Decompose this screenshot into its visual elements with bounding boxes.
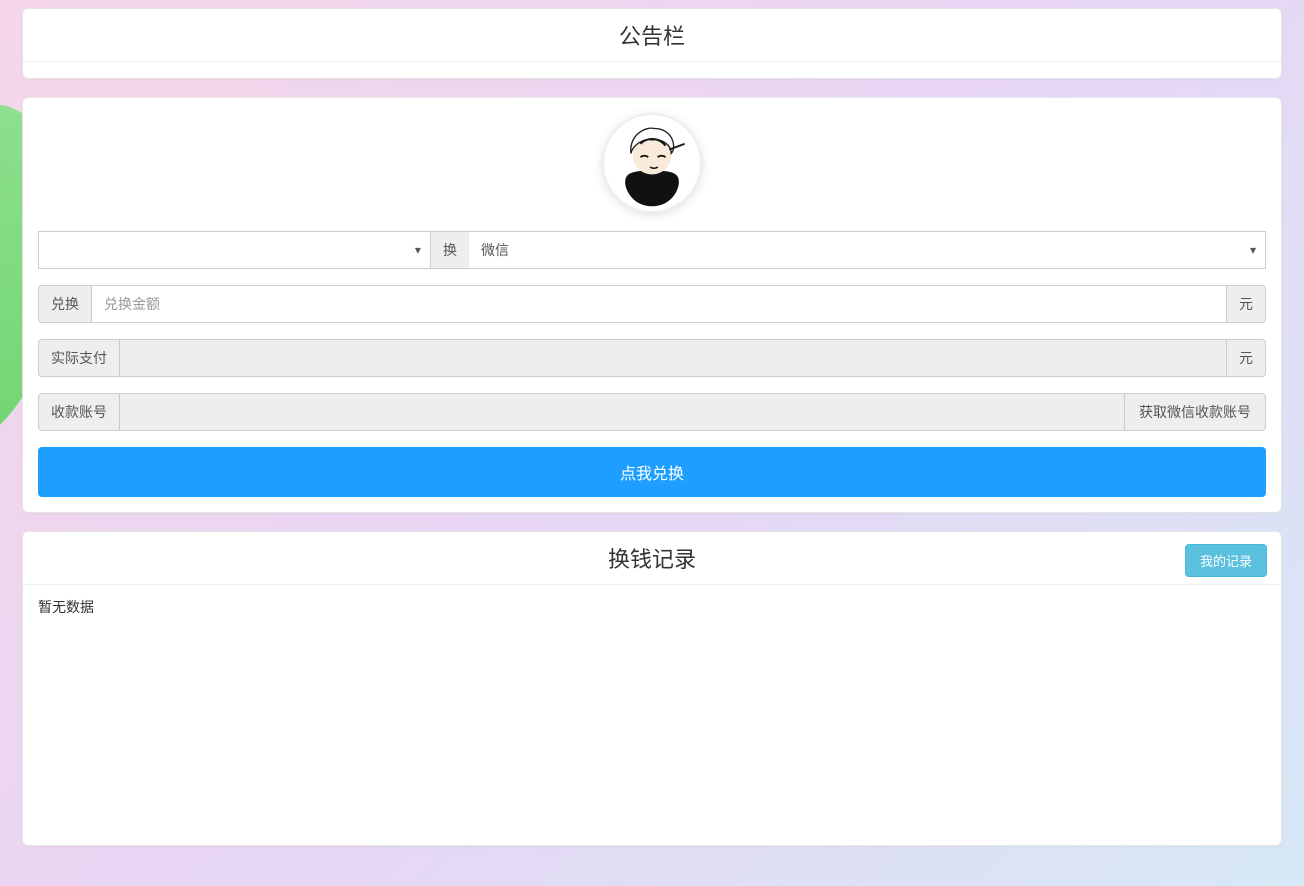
avatar: [602, 113, 702, 213]
submit-exchange-button[interactable]: 点我兑换: [38, 447, 1266, 497]
account-input: [119, 393, 1125, 431]
records-body: 暂无数据: [23, 585, 1281, 845]
currency-select-row: 换 微信: [38, 231, 1266, 269]
announcement-title: 公告栏: [23, 9, 1281, 62]
announcement-panel: 公告栏: [22, 8, 1282, 79]
amount-input[interactable]: [91, 285, 1227, 323]
from-select-wrap: [38, 231, 431, 269]
avatar-image: [604, 115, 700, 211]
announcement-body: [23, 62, 1281, 78]
avatar-wrap: [38, 113, 1266, 213]
records-empty-text: 暂无数据: [38, 597, 1266, 617]
account-row: 收款账号 获取微信收款账号: [38, 393, 1266, 431]
to-select-wrap: 微信: [469, 231, 1266, 269]
to-currency-select[interactable]: 微信: [469, 231, 1266, 269]
records-title: 换钱记录 我的记录: [23, 532, 1281, 585]
actual-pay-row: 实际支付 元: [38, 339, 1266, 377]
amount-row: 兑换 元: [38, 285, 1266, 323]
account-prefix: 收款账号: [38, 393, 119, 431]
actual-pay-suffix: 元: [1227, 339, 1266, 377]
exchange-form-panel: 换 微信 兑换 元 实际支付 元 收款账号 获取微信收款账号 点我兑换: [22, 97, 1282, 513]
records-panel: 换钱记录 我的记录 暂无数据: [22, 531, 1282, 846]
my-records-button[interactable]: 我的记录: [1185, 544, 1267, 577]
actual-pay-prefix: 实际支付: [38, 339, 119, 377]
actual-pay-input: [119, 339, 1227, 377]
from-currency-select[interactable]: [38, 231, 431, 269]
fetch-wechat-account-button[interactable]: 获取微信收款账号: [1125, 393, 1266, 431]
amount-suffix: 元: [1227, 285, 1266, 323]
records-title-text: 换钱记录: [608, 547, 696, 572]
swap-label: 换: [431, 231, 469, 269]
exchange-form-body: 换 微信 兑换 元 实际支付 元 收款账号 获取微信收款账号 点我兑换: [23, 98, 1281, 512]
amount-prefix: 兑换: [38, 285, 91, 323]
